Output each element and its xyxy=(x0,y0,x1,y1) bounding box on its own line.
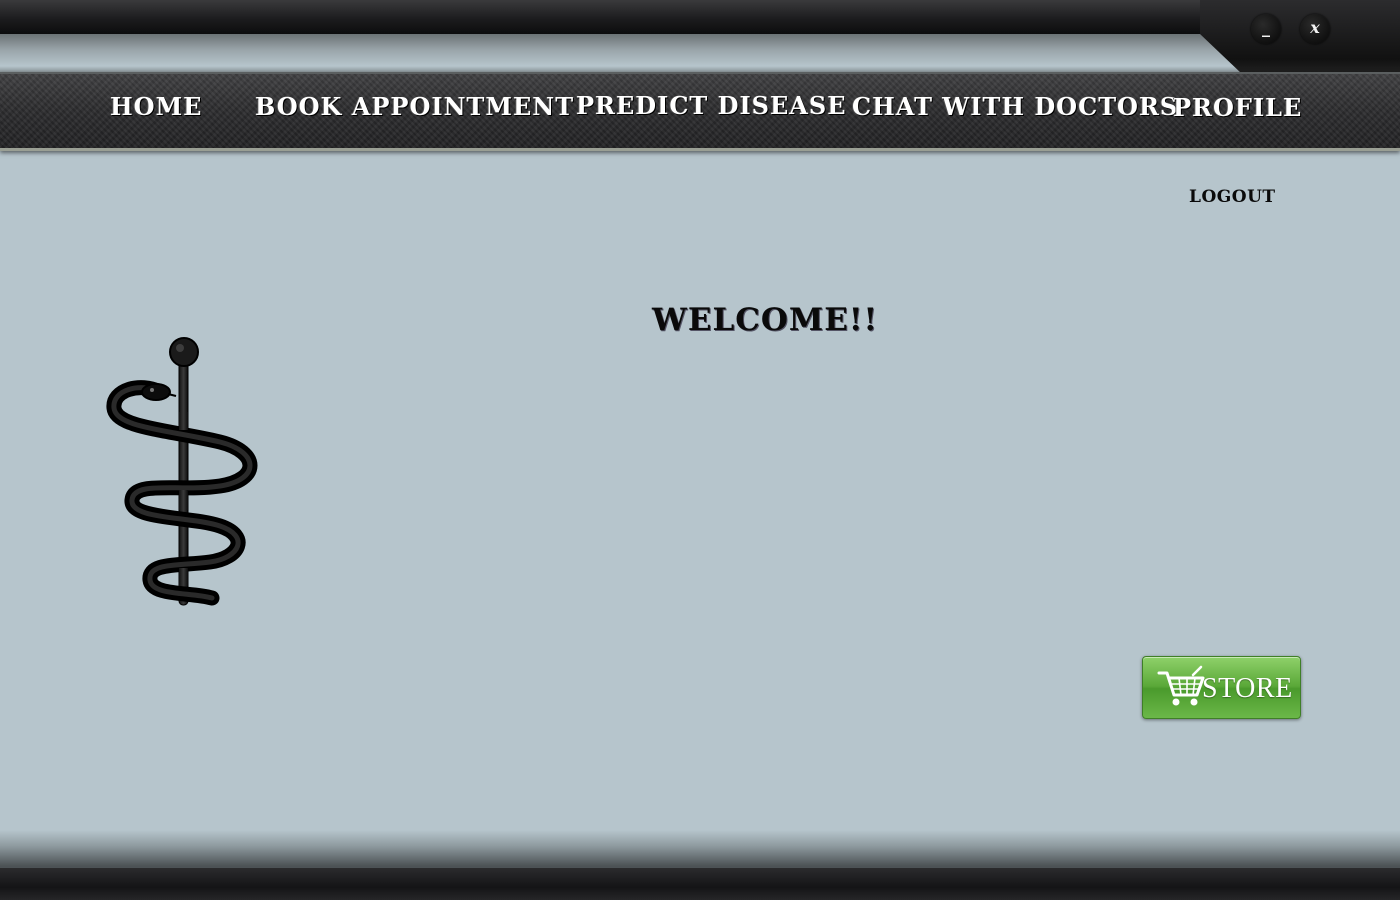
store-label: STORE xyxy=(1202,673,1293,704)
title-bar-shadow xyxy=(0,34,1240,74)
nav-profile[interactable]: PROFILE xyxy=(1173,93,1302,122)
minimize-button[interactable]: _ xyxy=(1251,14,1281,44)
nav-book-appointment[interactable]: BOOK APPOINTMENT xyxy=(255,92,574,121)
footer-shadow xyxy=(0,830,1400,870)
shopping-cart-icon xyxy=(1157,665,1205,706)
logout-link[interactable]: LOGOUT xyxy=(1189,187,1276,207)
close-button[interactable]: x xyxy=(1300,14,1330,44)
nav-predict-disease[interactable]: PREDICT DISEASE xyxy=(576,91,847,120)
nav-chat-with-doctors[interactable]: CHAT WITH DOCTORS xyxy=(852,92,1178,121)
title-bar xyxy=(0,0,1400,34)
nav-bar: HOME BOOK APPOINTMENT PREDICT DISEASE CH… xyxy=(0,72,1400,151)
welcome-heading: WELCOME!! xyxy=(652,302,879,338)
nav-home[interactable]: HOME xyxy=(110,92,202,121)
footer-bar xyxy=(0,868,1400,900)
app-window: _ x HOME BOOK APPOINTMENT PREDICT DISEAS… xyxy=(0,0,1400,900)
rod-of-asclepius-icon xyxy=(106,337,258,606)
store-button[interactable]: STORE xyxy=(1142,656,1301,719)
